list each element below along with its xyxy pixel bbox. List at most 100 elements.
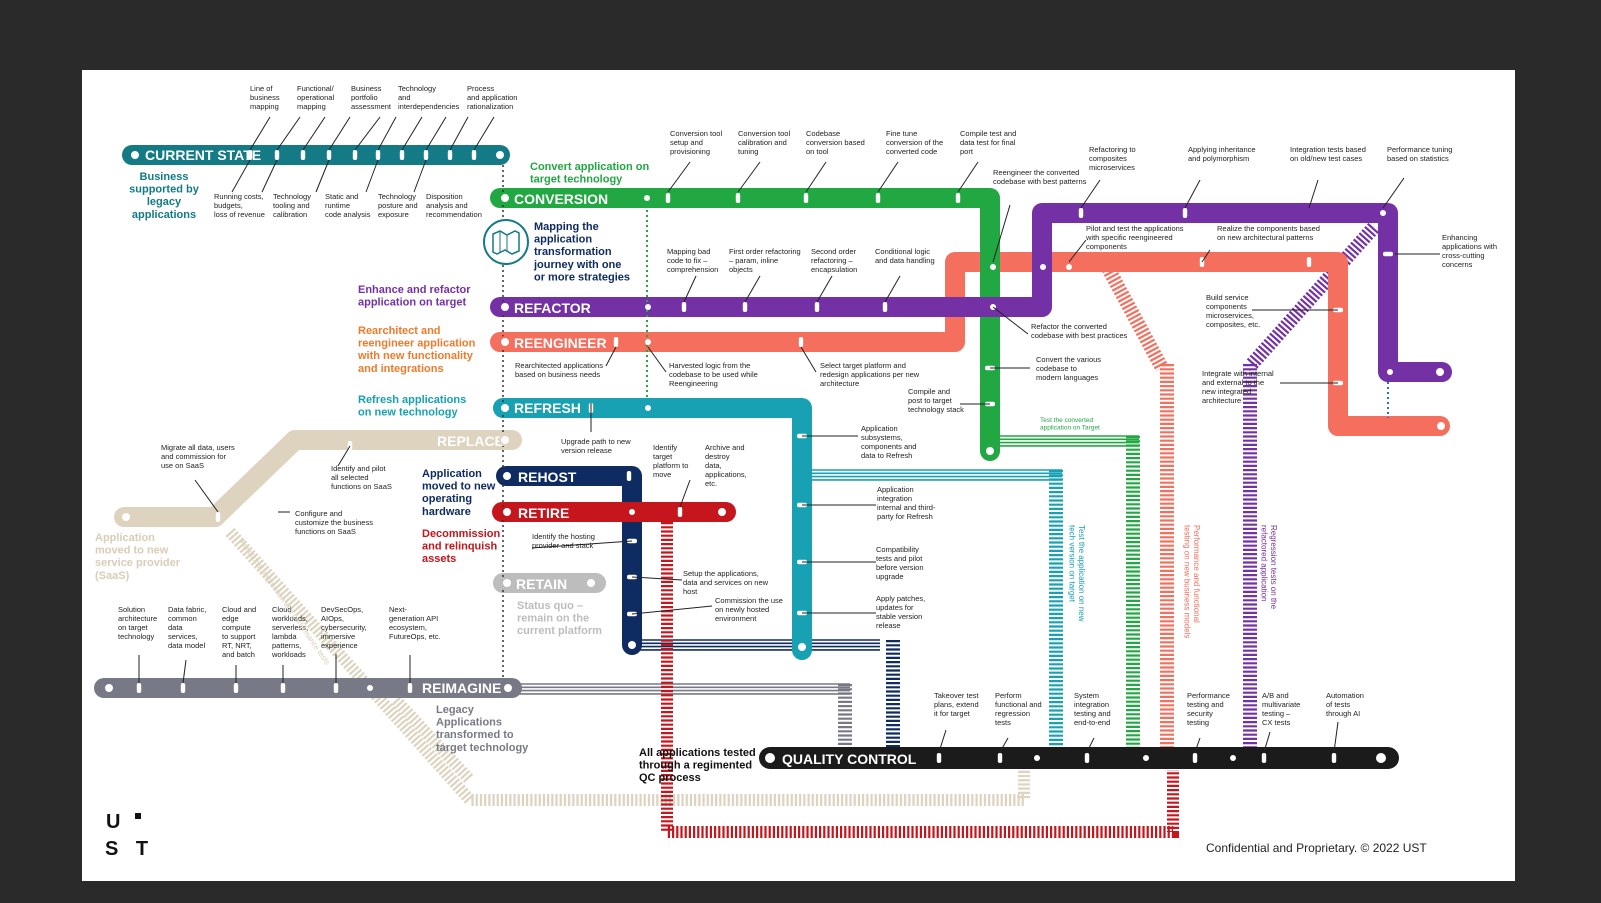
purple-top-label-3: Performance tuning based on statistics	[1387, 145, 1452, 163]
conversion-start-station	[499, 192, 511, 204]
station-tick	[1306, 257, 1312, 267]
refactor-end-station	[1434, 366, 1446, 378]
station-tick	[1192, 753, 1198, 763]
station-tick	[803, 193, 809, 203]
station-tick	[626, 471, 632, 481]
station-tick	[352, 150, 358, 160]
retain-label: RETAIN	[516, 576, 567, 592]
reengineer-label: REENGINEER	[514, 335, 607, 351]
station-tick	[274, 150, 280, 160]
current-bottom-label-1: Technology tooling and calibration	[273, 192, 311, 219]
station-tick	[1261, 753, 1267, 763]
retire-label: RETIRE	[518, 505, 569, 521]
station-dot	[1040, 264, 1046, 270]
rehost-end-station	[626, 639, 638, 651]
station-dot	[1143, 755, 1149, 761]
label-rearch-apps: Rearchitected applications based on busin…	[515, 361, 603, 379]
label-identify-host: Identify the hosting provider and stack	[532, 532, 595, 550]
station-tick	[471, 150, 477, 160]
station-tick	[136, 683, 142, 693]
qc-start-station	[763, 751, 777, 765]
refresh-end-station	[796, 641, 808, 653]
station-dot	[367, 685, 373, 691]
refresh-label: REFRESH	[514, 400, 581, 416]
station-tick	[180, 683, 186, 693]
station-tick	[875, 193, 881, 203]
station-tick	[447, 150, 453, 160]
qc-end-station	[1374, 751, 1388, 765]
station-tick	[1084, 753, 1090, 763]
station-dot	[1387, 369, 1393, 375]
station-tick	[275, 512, 281, 522]
label-realize: Realize the components based on new archi…	[1217, 224, 1320, 242]
station-tick	[1078, 208, 1084, 218]
label-test-target: Test the converted application on Target	[1040, 417, 1100, 432]
transformation-metro-map: CURRENT STATE CONVERSION REFACTOR REENGI…	[0, 0, 1601, 903]
reimagine-end-station	[502, 682, 514, 694]
station-tick	[333, 683, 339, 693]
conversion-label: CONVERSION	[514, 191, 608, 207]
station-tick	[814, 302, 820, 312]
logo-dot	[135, 813, 141, 819]
replace-start-station	[120, 511, 132, 523]
refactor-start-station	[499, 301, 511, 313]
station-tick	[407, 683, 413, 693]
station-tick	[1182, 208, 1188, 218]
station-dot	[1066, 264, 1072, 270]
station-tick	[681, 302, 687, 312]
vertical-performance-functional: Performance and functionaltesting on new…	[1183, 525, 1202, 638]
replace-label: REPLACE	[437, 433, 504, 449]
replace-end-station	[499, 434, 511, 446]
rehost-start-station	[501, 470, 513, 482]
retire-start-station	[501, 506, 513, 518]
retain-end-station	[585, 577, 597, 589]
reimagine-start-station	[103, 682, 115, 694]
station-dot	[644, 195, 650, 201]
station-tick	[423, 150, 429, 160]
refactor-top-label-2: Second order refactoring – encapsulation	[811, 247, 857, 274]
label-reengineer-best: Reengineer the converted codebase with be…	[993, 168, 1087, 186]
footer-copyright: Confidential and Proprietary. © 2022 UST	[1206, 841, 1427, 855]
station-tick	[742, 302, 748, 312]
refresh-start-station	[499, 402, 511, 414]
station-dot	[629, 509, 635, 515]
map-icon	[483, 219, 529, 265]
station-dot	[645, 304, 651, 310]
heading-enhance: Enhance and refactor application on targe…	[358, 284, 471, 309]
station-tick	[665, 193, 671, 203]
station-tick	[300, 150, 306, 160]
purple-top-label-2: Integration tests based on old/new test c…	[1290, 145, 1366, 163]
station-dot	[990, 264, 996, 270]
conversion-end-station	[984, 445, 996, 457]
reengineer-end-station	[1435, 420, 1447, 432]
logo-top: U	[106, 811, 120, 833]
current-start-station	[129, 149, 141, 161]
retire-end-station	[716, 506, 728, 518]
station-dot	[1380, 210, 1386, 216]
station-tick	[1331, 753, 1337, 763]
reimagine-label: REIMAGINE	[422, 680, 501, 696]
refactor-top-label-3: Conditional logic and data handling	[875, 247, 935, 265]
station-dot	[645, 339, 651, 345]
vertical-regression-tests: Regression tests on therefactored applic…	[1260, 525, 1279, 610]
station-tick	[326, 150, 332, 160]
station-tick	[936, 753, 942, 763]
purple-top-label-1: Applying inheritance and polymorphism	[1188, 145, 1256, 163]
station-tick	[1383, 251, 1393, 257]
station-tick	[798, 337, 804, 347]
station-dot	[645, 405, 651, 411]
station-dot	[1034, 755, 1040, 761]
station-tick	[247, 150, 253, 160]
station-tick	[997, 753, 1003, 763]
quality-control-label: QUALITY CONTROL	[782, 751, 917, 767]
station-tick	[677, 507, 683, 517]
reengineer-start-station	[499, 336, 511, 348]
current-state-label: CURRENT STATE	[145, 147, 261, 163]
station-tick	[215, 512, 221, 522]
station-tick	[280, 683, 286, 693]
station-dot	[1230, 755, 1236, 761]
station-tick	[735, 193, 741, 203]
station-tick	[882, 302, 888, 312]
current-end-station	[494, 149, 506, 161]
station-tick	[955, 193, 961, 203]
